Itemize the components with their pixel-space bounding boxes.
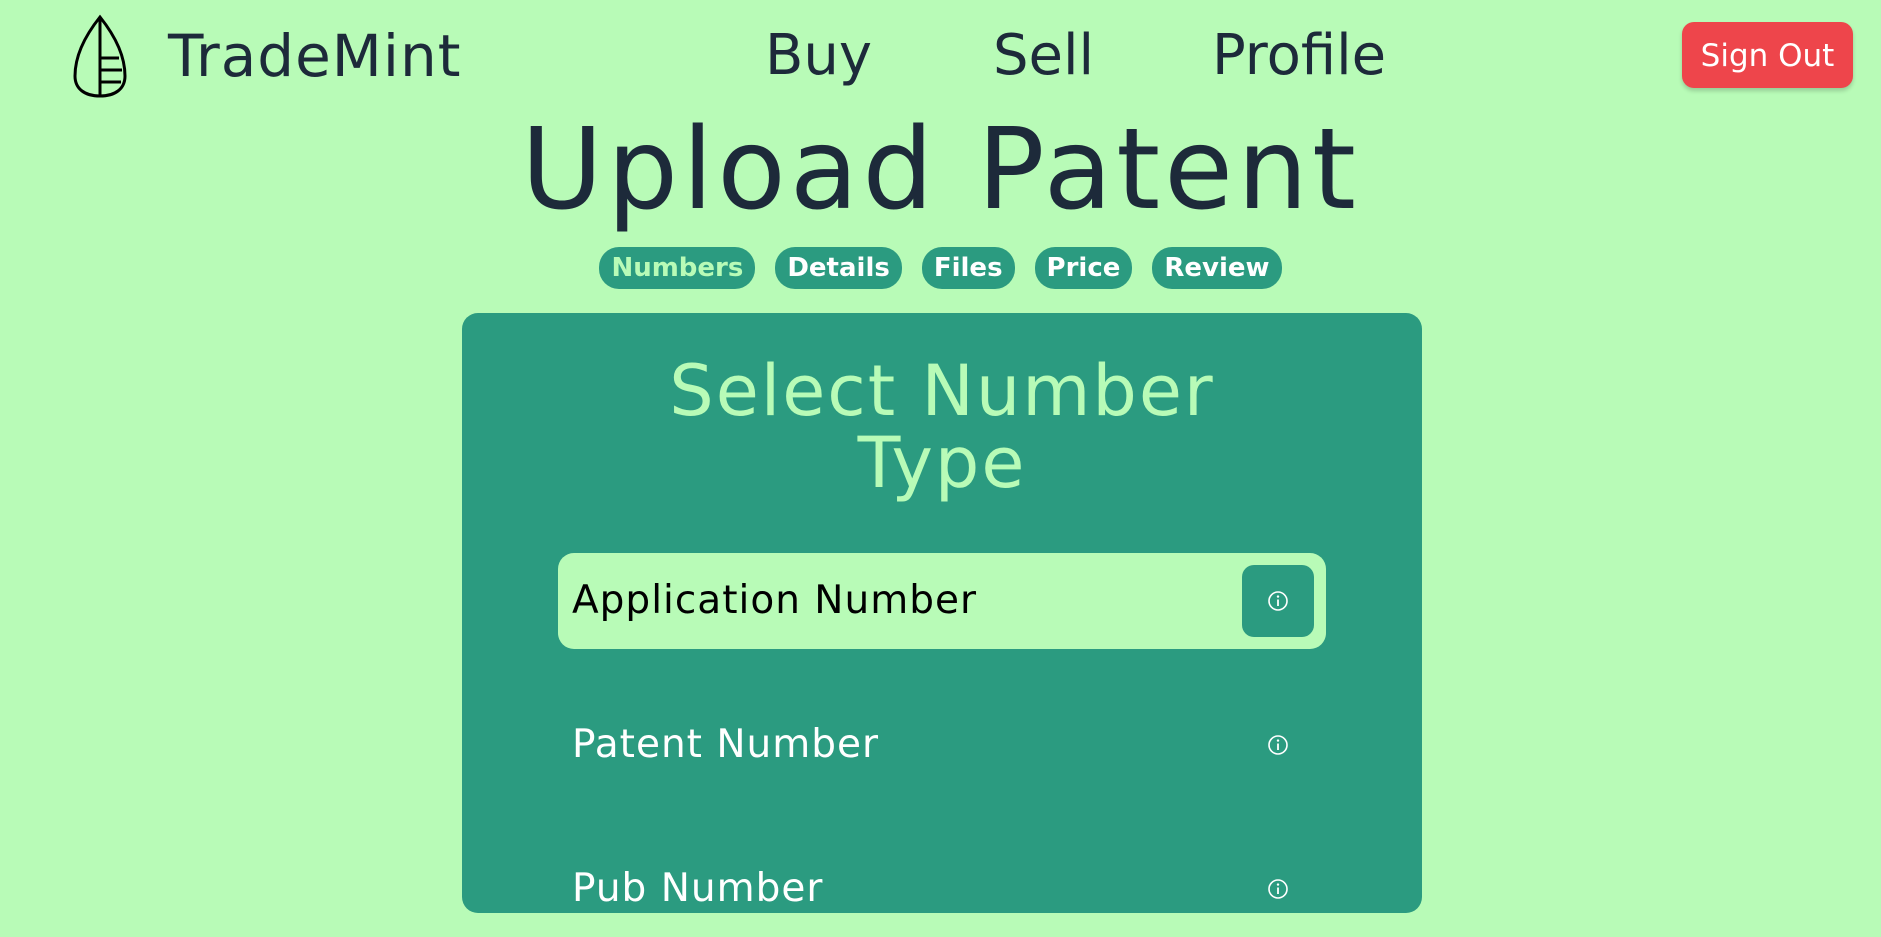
nav-buy-link[interactable]: Buy — [765, 22, 872, 90]
page-title: Upload Patent — [521, 105, 1360, 235]
step-tab-numbers[interactable]: Numbers — [599, 247, 756, 289]
card-title-line-1: Select Number — [669, 350, 1215, 432]
sign-out-button[interactable]: Sign Out — [1682, 22, 1853, 88]
card-title-line-2: Type — [857, 422, 1027, 504]
step-tab-review[interactable]: Review — [1152, 247, 1282, 289]
option-patent-number[interactable]: Patent Number — [558, 697, 1326, 793]
info-button[interactable] — [1242, 565, 1314, 637]
option-label: Patent Number — [572, 722, 880, 767]
number-type-card: Select Number Type Application Number Pa… — [462, 313, 1422, 913]
info-icon — [1268, 735, 1288, 755]
step-tab-files[interactable]: Files — [921, 247, 1015, 289]
card-title: Select Number Type — [462, 355, 1422, 499]
option-label: Pub Number — [572, 866, 824, 911]
option-pub-number[interactable]: Pub Number — [558, 841, 1326, 937]
nav-profile-link[interactable]: Profile — [1212, 22, 1386, 90]
leaf-logo-icon[interactable] — [72, 14, 128, 98]
info-button[interactable] — [1242, 709, 1314, 781]
header: TradeMint Buy Sell Profile Sign Out — [0, 0, 1881, 110]
step-tab-details[interactable]: Details — [775, 247, 902, 289]
nav-sell-link[interactable]: Sell — [993, 22, 1094, 90]
option-label: Application Number — [572, 578, 977, 623]
brand-name: TradeMint — [168, 22, 462, 90]
info-button[interactable] — [1242, 853, 1314, 925]
option-application-number[interactable]: Application Number — [558, 553, 1326, 649]
step-tab-price[interactable]: Price — [1034, 247, 1133, 289]
step-tabs: Numbers Details Files Price Review — [0, 247, 1881, 289]
info-icon — [1268, 591, 1288, 611]
info-icon — [1268, 879, 1288, 899]
